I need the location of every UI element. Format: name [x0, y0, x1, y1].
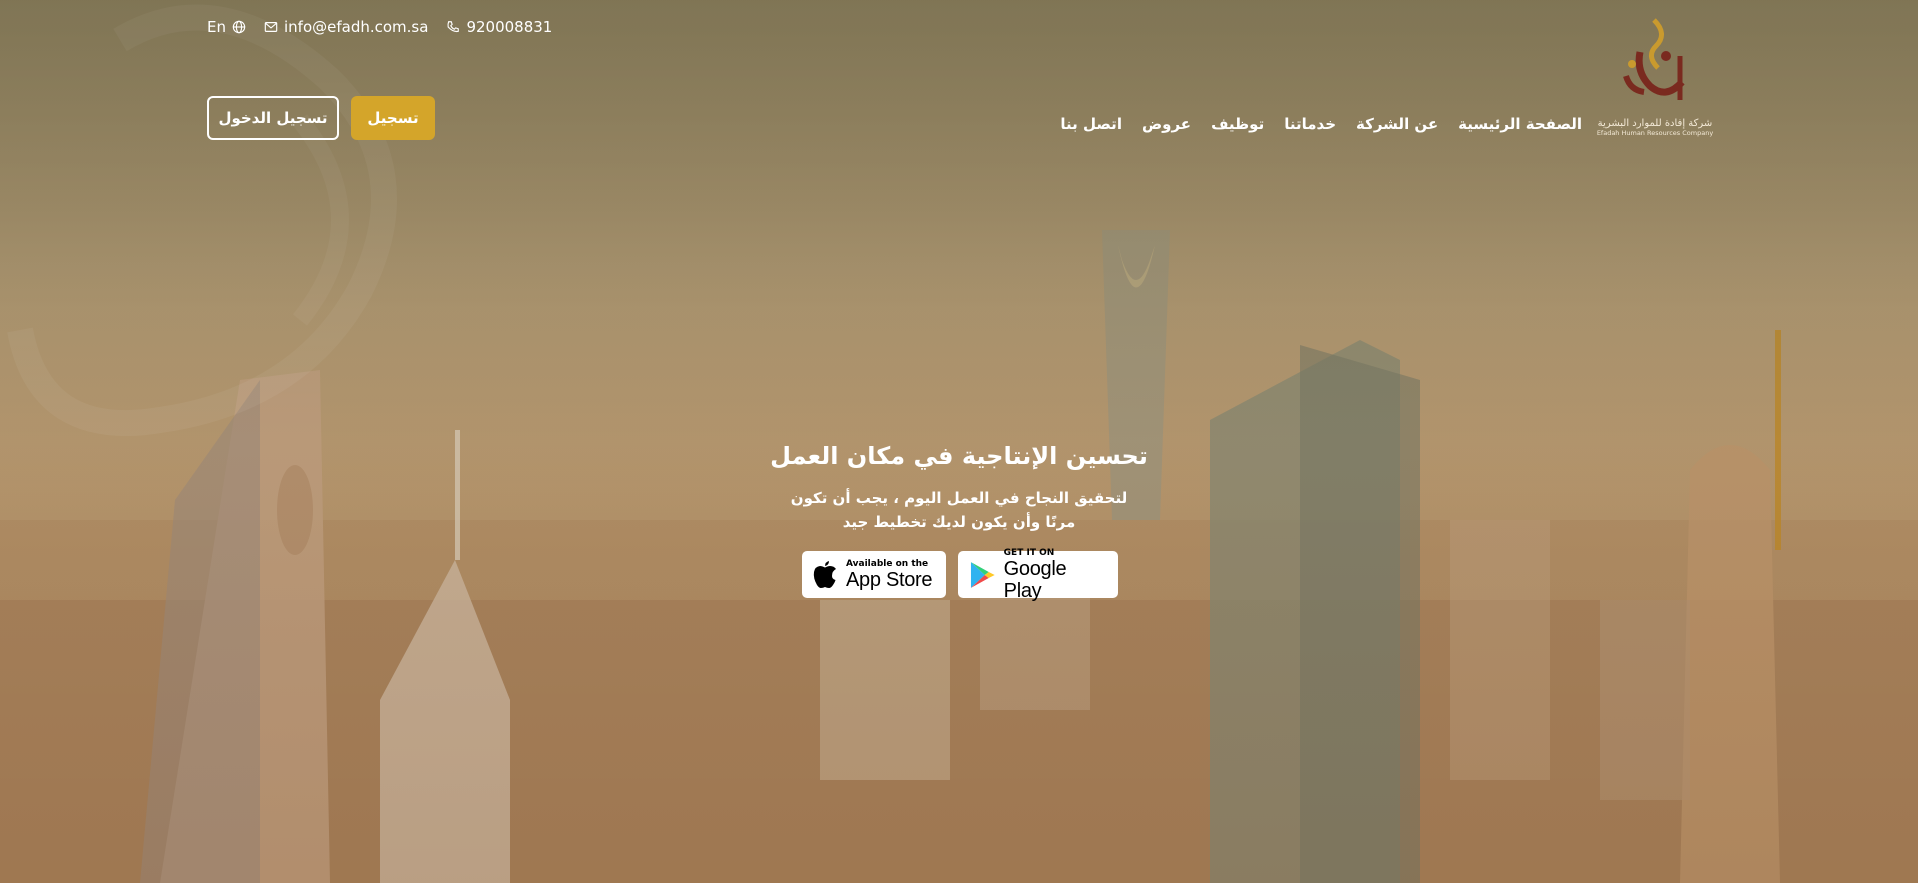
- apple-icon: [813, 560, 836, 588]
- nav-item-offers[interactable]: عروض: [1142, 115, 1191, 133]
- google-play-icon: [970, 561, 995, 588]
- app-store-big-text: App Store: [846, 568, 933, 591]
- google-play-big-text: Google Play: [1003, 557, 1067, 602]
- auth-buttons: تسجيل تسجيل الدخول: [207, 96, 435, 140]
- nav-item-contact[interactable]: اتصل بنا: [1060, 115, 1122, 133]
- language-switch[interactable]: En: [207, 18, 246, 36]
- email-link[interactable]: info@efadh.com.sa: [264, 18, 428, 36]
- nav-item-services[interactable]: خدماتنا: [1284, 115, 1336, 133]
- mail-icon: [264, 22, 278, 32]
- logo-subtitle-ar: شركة إفادة للموارد البشرية: [1597, 118, 1713, 129]
- nav-item-home[interactable]: الصفحة الرئيسية: [1458, 115, 1582, 133]
- nav-item-about[interactable]: عن الشركة: [1356, 115, 1438, 133]
- google-play-button[interactable]: GET IT ON Google Play: [958, 547, 1118, 602]
- logo-mark: [1623, 18, 1685, 100]
- app-store-small-text: Available on the: [846, 558, 929, 569]
- login-button[interactable]: تسجيل الدخول: [207, 96, 339, 140]
- hero-section: تحسين الإنتاجية في مكان العمل لتحقيق الن…: [0, 442, 1918, 534]
- app-store-button[interactable]: Available on the App Store: [802, 551, 946, 598]
- main-nav: الصفحة الرئيسية عن الشركة خدماتنا توظيف …: [1060, 115, 1582, 133]
- store-badges: Available on the App Store GET IT ON Goo…: [802, 547, 1118, 602]
- company-logo[interactable]: شركة إفادة للموارد البشرية Efadah Human …: [1596, 16, 1714, 152]
- email-text[interactable]: info@efadh.com.sa: [284, 18, 428, 36]
- hero-title: تحسين الإنتاجية في مكان العمل: [770, 442, 1148, 470]
- hero-subtitle-line2: مرنًا وأن يكون لديك تخطيط جيد: [842, 513, 1076, 531]
- phone-link[interactable]: 920008831: [446, 18, 552, 36]
- nav-item-jobs[interactable]: توظيف: [1211, 115, 1264, 133]
- language-label[interactable]: En: [207, 18, 226, 36]
- logo-subtitle-en: Efadah Human Resources Company: [1596, 129, 1714, 137]
- globe-icon: [232, 20, 246, 34]
- phone-icon: [447, 21, 460, 33]
- hero-subtitle-line1: لتحقيق النجاح في العمل اليوم ، يجب أن تك…: [790, 489, 1128, 507]
- phone-text[interactable]: 920008831: [466, 18, 552, 36]
- contact-bar: En info@efadh.com.sa 920008831: [207, 18, 552, 36]
- register-button[interactable]: تسجيل: [351, 96, 435, 140]
- google-play-small-text: GET IT ON: [1003, 547, 1055, 558]
